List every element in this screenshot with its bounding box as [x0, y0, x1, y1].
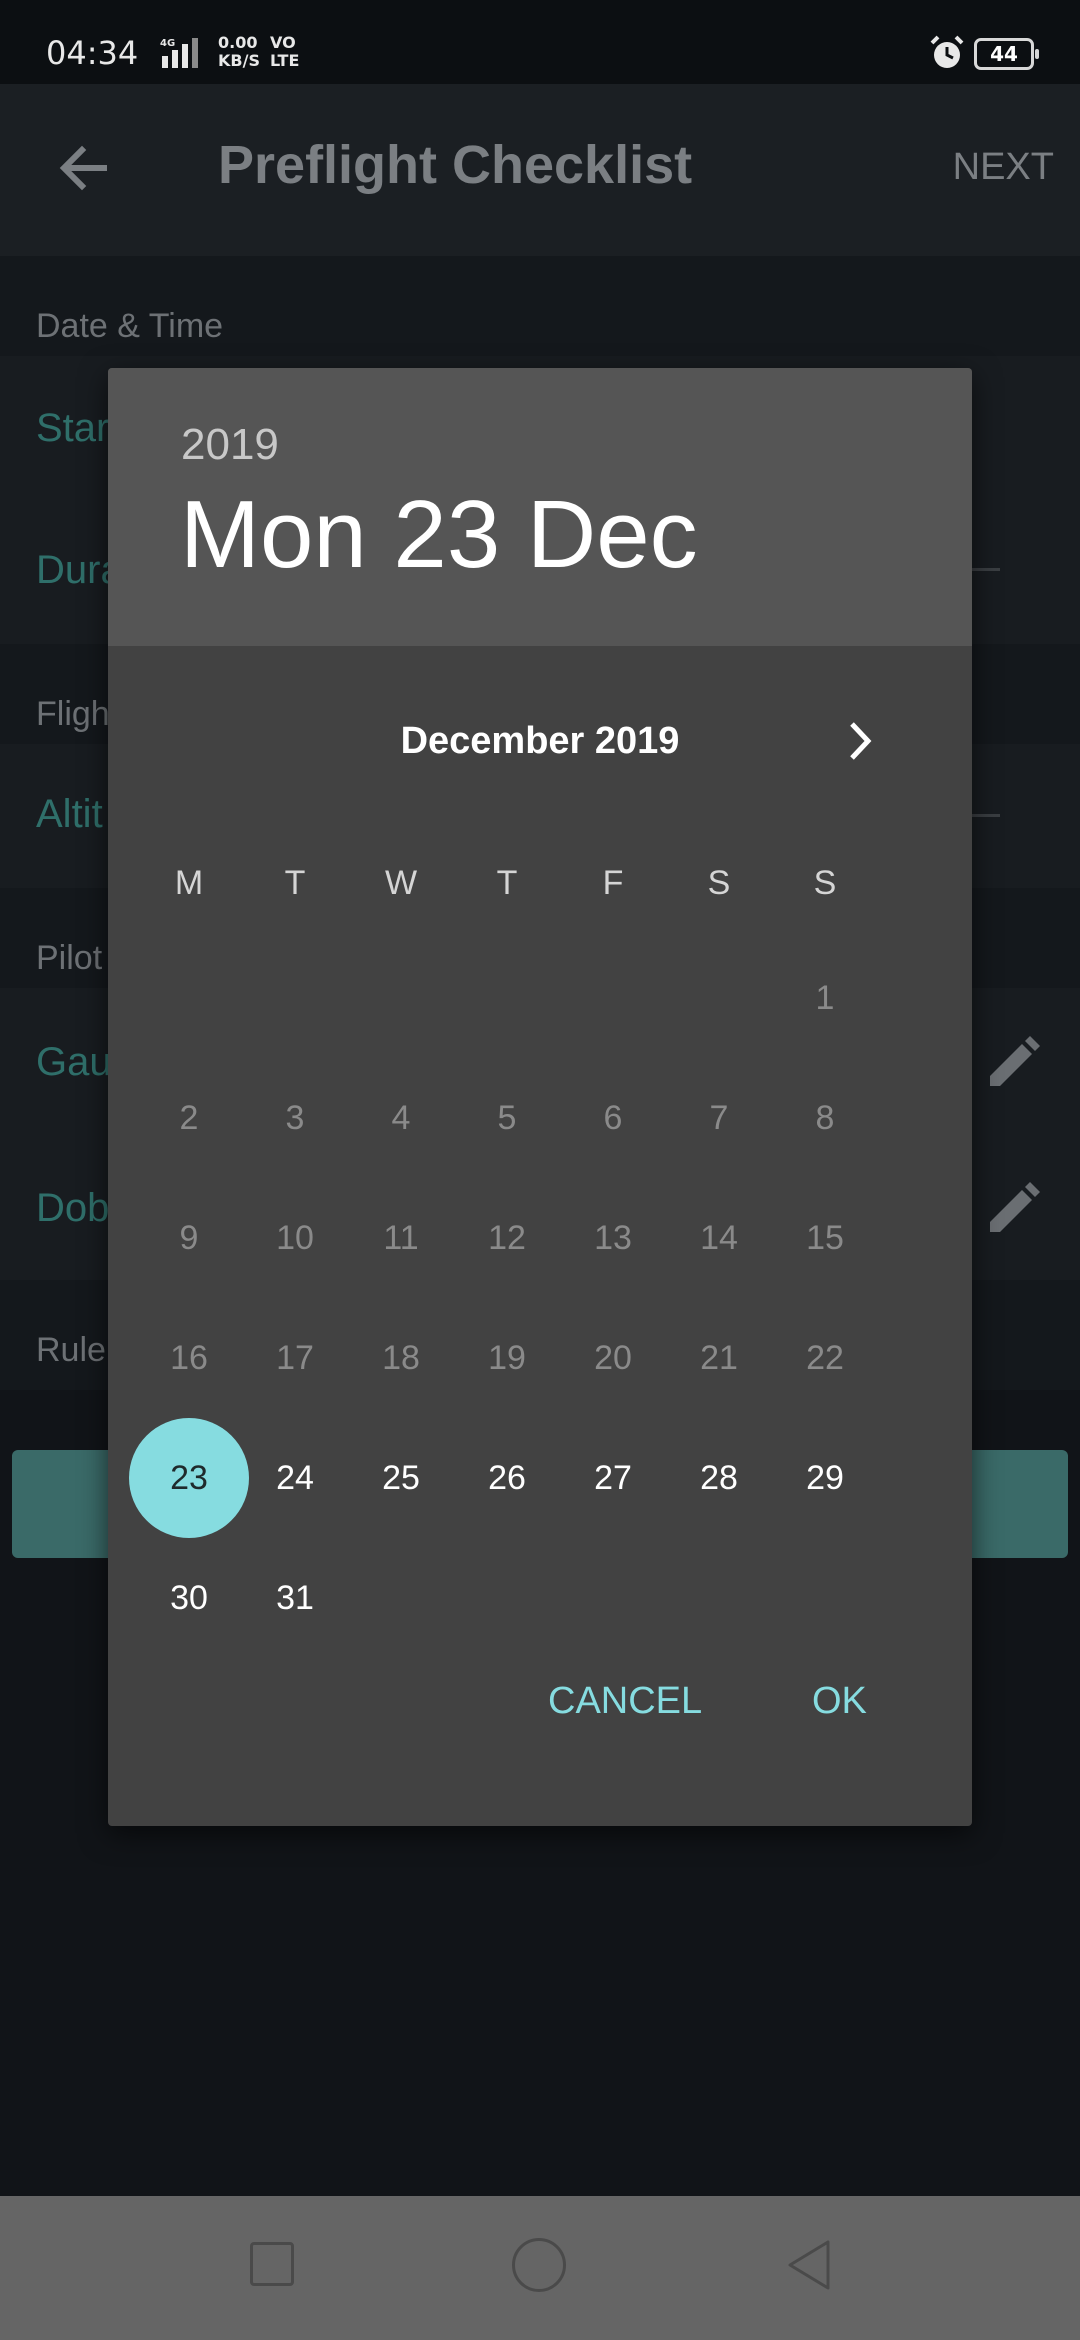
calendar-day: 2 — [179, 1099, 199, 1137]
calendar-day: 22 — [806, 1339, 844, 1377]
calendar-day: 9 — [179, 1219, 199, 1257]
calendar-day: 4 — [391, 1099, 411, 1137]
calendar-day: 11 — [383, 1219, 419, 1257]
date-picker-dialog: 2019 Mon 23 Dec December 2019 M T W T F … — [108, 368, 972, 1826]
home-icon[interactable] — [512, 2238, 566, 2292]
calendar-day: 19 — [488, 1339, 526, 1377]
calendar-day[interactable]: 30 — [129, 1538, 249, 1658]
calendar-day[interactable]: 29 — [765, 1418, 885, 1538]
calendar-day: 17 — [276, 1339, 314, 1377]
calendar-day[interactable]: 26 — [447, 1418, 567, 1538]
calendar-day: 21 — [700, 1339, 738, 1377]
back-triangle-icon[interactable] — [784, 2238, 834, 2292]
calendar-day: 1 — [815, 979, 835, 1017]
calendar-day[interactable]: 31 — [235, 1538, 355, 1658]
calendar-day: 3 — [285, 1099, 305, 1137]
calendar-day: 10 — [276, 1219, 314, 1257]
calendar-day: 15 — [806, 1219, 844, 1257]
calendar-day[interactable]: 25 — [341, 1418, 461, 1538]
calendar-day: 12 — [488, 1219, 526, 1257]
recents-icon[interactable] — [250, 2242, 294, 2286]
calendar-day: 7 — [709, 1099, 729, 1137]
calendar-day[interactable]: 28 — [659, 1418, 779, 1538]
calendar-day[interactable]: 24 — [235, 1418, 355, 1538]
calendar-day-selected[interactable]: 23 — [129, 1418, 249, 1538]
calendar-day: 8 — [815, 1099, 835, 1137]
calendar-day: 13 — [594, 1219, 632, 1257]
calendar-day: 5 — [497, 1099, 517, 1137]
calendar-day[interactable]: 27 — [553, 1418, 673, 1538]
calendar-day: 16 — [170, 1339, 208, 1377]
calendar-day: 20 — [594, 1339, 632, 1377]
calendar-grid: 1 2 3 4 5 6 7 8 9 10 11 12 13 14 15 16 17 18 19 20 21 22 23 24 2… — [108, 368, 972, 1826]
calendar-day: 18 — [382, 1339, 420, 1377]
calendar-day: 6 — [603, 1099, 623, 1137]
system-navigation-bar — [0, 2196, 1080, 2340]
calendar-day: 14 — [700, 1219, 738, 1257]
